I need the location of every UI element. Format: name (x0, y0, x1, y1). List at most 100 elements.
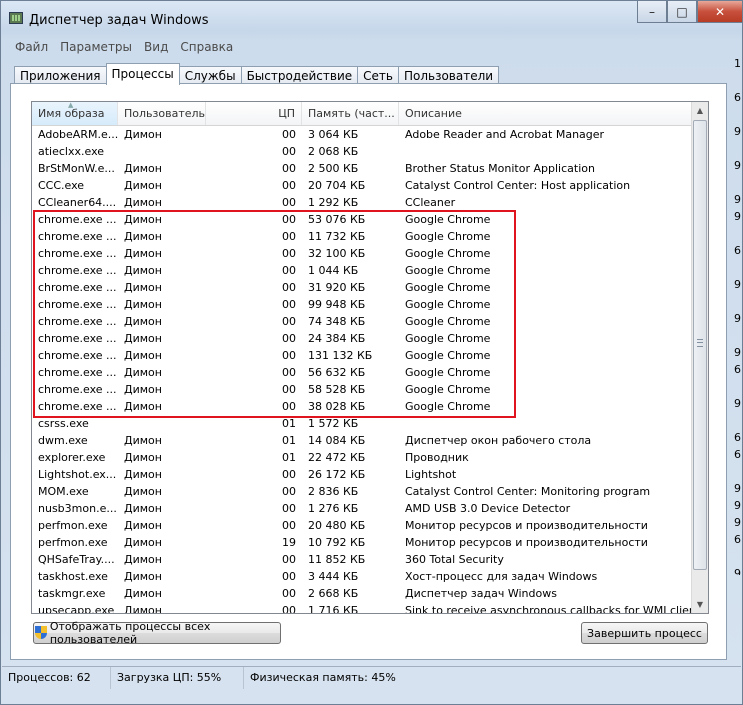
end-process-button[interactable]: Завершить процесс (581, 622, 708, 644)
cell-image-name: chrome.exe ... (38, 400, 117, 413)
process-list[interactable]: ▲ Имя образа Пользователь ЦП Память (час… (31, 101, 709, 614)
column-description[interactable]: Описание (399, 102, 692, 125)
close-button[interactable]: ✕ (697, 1, 743, 23)
background-char: 6 (734, 91, 741, 104)
table-row[interactable]: chrome.exe ... Димон 00 32 100 КБ Google Chr… (32, 245, 692, 262)
table-row[interactable]: taskhost.exe Димон 00 3 444 КБ Хост-процесс … (32, 568, 692, 585)
cell-user: Димон (124, 196, 162, 209)
minimize-button[interactable]: – (637, 1, 667, 23)
cell-image-name: dwm.exe (38, 434, 88, 447)
menu-bar: Файл Параметры Вид Справка (9, 38, 239, 56)
table-row[interactable]: chrome.exe ... Димон 00 1 044 КБ Google Chro… (32, 262, 692, 279)
scroll-down-icon[interactable]: ▼ (692, 596, 708, 613)
background-char: 9 (734, 278, 741, 291)
cell-user: Димон (124, 247, 162, 260)
background-char: 6 (734, 431, 741, 444)
background-char: 9 (734, 397, 741, 410)
table-row[interactable]: chrome.exe ... Димон 00 24 384 КБ Google Chr… (32, 330, 692, 347)
table-row[interactable]: chrome.exe ... Димон 00 38 028 КБ Google Chr… (32, 398, 692, 415)
cell-user: Димон (124, 315, 162, 328)
background-char (734, 293, 743, 310)
table-row[interactable]: chrome.exe ... Димон 00 53 076 КБ Google Chr… (32, 211, 692, 228)
cell-cpu: 00 (282, 485, 296, 498)
task-manager-icon (9, 12, 23, 24)
cell-user: Димон (124, 451, 162, 464)
table-row[interactable]: chrome.exe ... Димон 00 58 528 КБ Google Chr… (32, 381, 692, 398)
column-image-name[interactable]: ▲ Имя образа (32, 102, 118, 125)
table-row[interactable]: csrss.exe 01 1 572 КБ (32, 415, 692, 432)
table-row[interactable]: CCC.exe Димон 00 20 704 КБ Catalyst Control … (32, 177, 692, 194)
table-row[interactable]: chrome.exe ... Димон 00 99 948 КБ Google Chr… (32, 296, 692, 313)
table-row[interactable]: MOM.exe Димон 00 2 836 КБ Catalyst Control C… (32, 483, 692, 500)
cell-user: Димон (124, 519, 162, 532)
background-char: 6 (734, 363, 741, 376)
show-all-label: Отображать процессы всех пользователей (49, 620, 211, 646)
cell-cpu: 00 (282, 400, 296, 413)
status-processes: Процессов: 62 (2, 667, 111, 689)
cell-description: Catalyst Control Center: Host applicatio… (405, 179, 631, 192)
table-row[interactable]: CCleaner64.... Димон 00 1 292 КБ CCleaner (32, 194, 692, 211)
cell-user: Димон (124, 162, 162, 175)
cell-memory: 3 064 КБ (308, 128, 359, 141)
cell-user: Димон (124, 366, 162, 379)
table-row[interactable]: perfmon.exe Димон 19 10 792 КБ Монитор ресур… (32, 534, 692, 551)
cell-user: Димон (124, 281, 162, 294)
vertical-scrollbar[interactable]: ▲ ▼ (691, 102, 708, 613)
cell-user: Димон (124, 264, 162, 277)
table-row[interactable]: chrome.exe ... Димон 00 74 348 КБ Google Chr… (32, 313, 692, 330)
cell-user: Димон (124, 349, 162, 362)
title-bar[interactable]: Диспетчер задач Windows – □ ✕ (1, 1, 743, 35)
cell-image-name: chrome.exe ... (38, 366, 117, 379)
table-row[interactable]: BrStMonW.e... Димон 00 2 500 КБ Brother Stat… (32, 160, 692, 177)
table-row[interactable]: upsecapp.exe Димон 00 1 716 КБ Sink to recei… (32, 602, 692, 613)
table-row[interactable]: chrome.exe ... Димон 00 56 632 КБ Google Chr… (32, 364, 692, 381)
scroll-thumb[interactable] (693, 120, 707, 570)
cell-description: Catalyst Control Center: Monitoring prog… (405, 485, 651, 498)
column-memory[interactable]: Память (част... (302, 102, 399, 125)
show-all-processes-button[interactable]: Отображать процессы всех пользователей (33, 620, 281, 646)
cell-cpu: 00 (282, 128, 296, 141)
scroll-up-icon[interactable]: ▲ (692, 102, 708, 119)
cell-description: Google Chrome (405, 349, 491, 362)
column-cpu[interactable]: ЦП (206, 102, 302, 125)
cell-image-name: taskmgr.exe (38, 587, 106, 600)
cell-image-name: chrome.exe ... (38, 332, 117, 345)
cell-cpu: 00 (282, 383, 296, 396)
table-row[interactable]: QHSafeTray.... Димон 00 11 852 КБ 360 Total … (32, 551, 692, 568)
maximize-button[interactable]: □ (667, 1, 697, 23)
cell-memory: 2 500 КБ (308, 162, 359, 175)
table-row[interactable]: Lightshot.ex... Димон 00 26 172 КБ Lightshot (32, 466, 692, 483)
menu-file[interactable]: Файл (9, 38, 54, 56)
table-row[interactable]: explorer.exe Димон 01 22 472 КБ Проводник (32, 449, 692, 466)
status-cpu: Загрузка ЦП: 55% (111, 667, 244, 689)
table-row[interactable]: nusb3mon.e... Димон 00 1 276 КБ AMD USB 3.0 … (32, 500, 692, 517)
table-row[interactable]: chrome.exe ... Димон 00 11 732 КБ Google Chr… (32, 228, 692, 245)
menu-help[interactable]: Справка (174, 38, 239, 56)
cell-description: Adobe Reader and Acrobat Manager (405, 128, 605, 141)
background-char: 9 (734, 499, 741, 512)
cell-user: Димон (124, 570, 162, 583)
cell-description: AMD USB 3.0 Device Detector (405, 502, 571, 515)
cell-description: Монитор ресурсов и производительности (405, 519, 648, 532)
table-row[interactable]: chrome.exe ... Димон 00 131 132 КБ Google Ch… (32, 347, 692, 364)
grip-icon (697, 339, 703, 347)
table-row[interactable]: dwm.exe Димон 01 14 084 КБ Диспетчер окон ра… (32, 432, 692, 449)
table-row[interactable]: taskmgr.exe Димон 00 2 668 КБ Диспетчер зада… (32, 585, 692, 602)
table-row[interactable]: chrome.exe ... Димон 00 31 920 КБ Google Chr… (32, 279, 692, 296)
cell-image-name: CCleaner64.... (38, 196, 117, 209)
table-row[interactable]: perfmon.exe Димон 00 20 480 КБ Монитор ресур… (32, 517, 692, 534)
cell-image-name: chrome.exe ... (38, 315, 117, 328)
cell-memory: 1 292 КБ (308, 196, 359, 209)
menu-options[interactable]: Параметры (54, 38, 138, 56)
tab-processes[interactable]: Процессы (105, 63, 180, 85)
background-char (734, 548, 743, 565)
cell-description: Диспетчер задач Windows (405, 587, 557, 600)
background-char: 9 (734, 567, 741, 575)
background-char: 6 (734, 244, 741, 257)
background-char: 9 (734, 159, 741, 172)
column-user[interactable]: Пользователь (118, 102, 206, 125)
cell-image-name: chrome.exe ... (38, 349, 117, 362)
menu-view[interactable]: Вид (138, 38, 174, 56)
table-row[interactable]: atieclxx.exe 00 2 068 КБ (32, 143, 692, 160)
table-row[interactable]: AdobeARM.e... Димон 00 3 064 КБ Adobe Reader… (32, 126, 692, 143)
